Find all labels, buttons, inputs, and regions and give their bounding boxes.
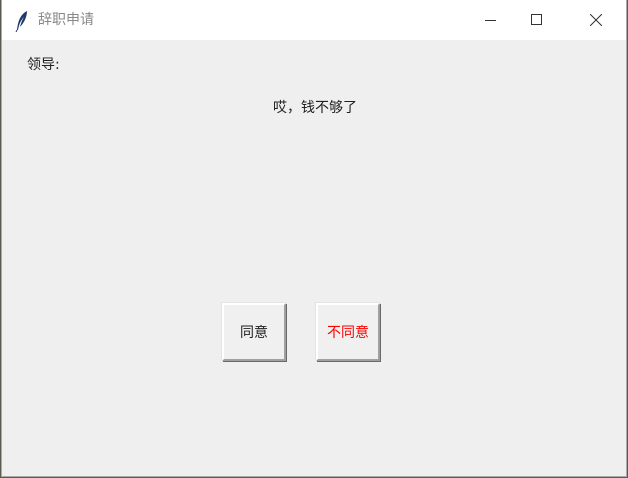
message-label: 哎，钱不够了 [273,100,357,116]
leader-label: 领导: [27,57,60,73]
disagree-button[interactable]: 不同意 [316,303,380,361]
window-title: 辞职申请 [38,12,94,28]
minimize-button[interactable] [468,0,514,40]
maximize-icon [531,14,542,25]
window-content: 领导: 哎，钱不够了 同意 不同意 [2,40,626,476]
minimize-icon [485,20,496,21]
title-bar[interactable]: 辞职申请 [2,0,626,40]
close-button[interactable] [573,0,619,40]
maximize-button[interactable] [514,0,560,40]
agree-button[interactable]: 同意 [222,303,286,361]
app-window: 辞职申请 领导: 哎，钱不够了 同意 不同意 [1,0,627,477]
close-icon [590,14,602,26]
feather-icon [15,10,29,33]
